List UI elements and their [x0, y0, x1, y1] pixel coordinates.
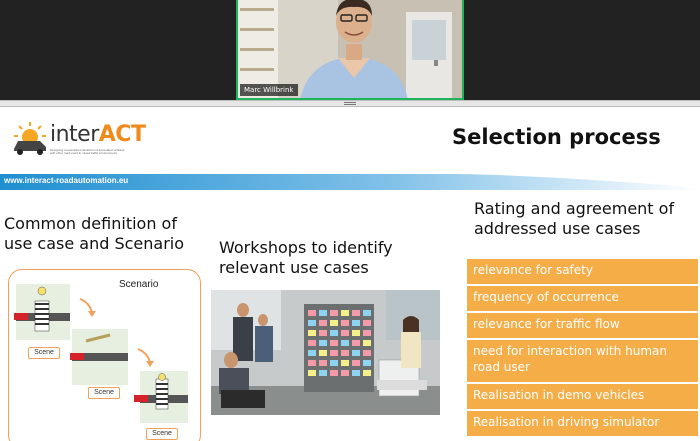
scene-label-1: Scene [28, 347, 60, 359]
list-item: frequency of occurrence [467, 286, 698, 311]
middle-heading: Workshops to identify relevant use cases [219, 238, 393, 277]
video-strip: Marc Willbrink [0, 0, 700, 100]
scene-sequence-diagram [14, 284, 188, 423]
url-band: www.interact-roadautomation.eu [0, 174, 700, 190]
scene-label-2: Scene [88, 387, 120, 399]
participant-video-tile[interactable]: Marc Willbrink [236, 0, 464, 100]
shared-slide: interACT Designing cooperative interacti… [0, 107, 700, 441]
car-sun-logo-icon [14, 122, 46, 155]
participant-name-tag: Marc Willbrink [240, 84, 298, 96]
right-heading: Rating and agreement of addressed use ca… [474, 199, 675, 238]
slide-title: Selection process [452, 125, 661, 149]
splitter-grip-icon[interactable] [344, 102, 356, 106]
meeting-window: Marc Willbrink interACT Designing cooper… [0, 0, 700, 441]
workshop-photo [211, 290, 440, 415]
list-item: relevance for traffic flow [467, 313, 698, 338]
logo-wordmark: interACT [50, 122, 146, 147]
rating-criteria-list: relevance for safety frequency of occurr… [467, 259, 698, 438]
list-item: Realisation in driving simulator [467, 411, 698, 436]
logo-tagline: Designing cooperative interaction of aut… [50, 148, 125, 155]
list-item: Realisation in demo vehicles [467, 384, 698, 409]
interact-logo: interACT Designing cooperative interacti… [10, 119, 146, 159]
view-splitter[interactable] [0, 100, 700, 107]
list-item: need for interaction with human road use… [467, 340, 698, 382]
workshop-photo-image [211, 290, 440, 415]
left-heading: Common definition of use case and Scenar… [4, 214, 185, 253]
scene-label-3: Scene [146, 428, 178, 440]
website-url: www.interact-roadautomation.eu [4, 176, 129, 185]
list-item: relevance for safety [467, 259, 698, 284]
